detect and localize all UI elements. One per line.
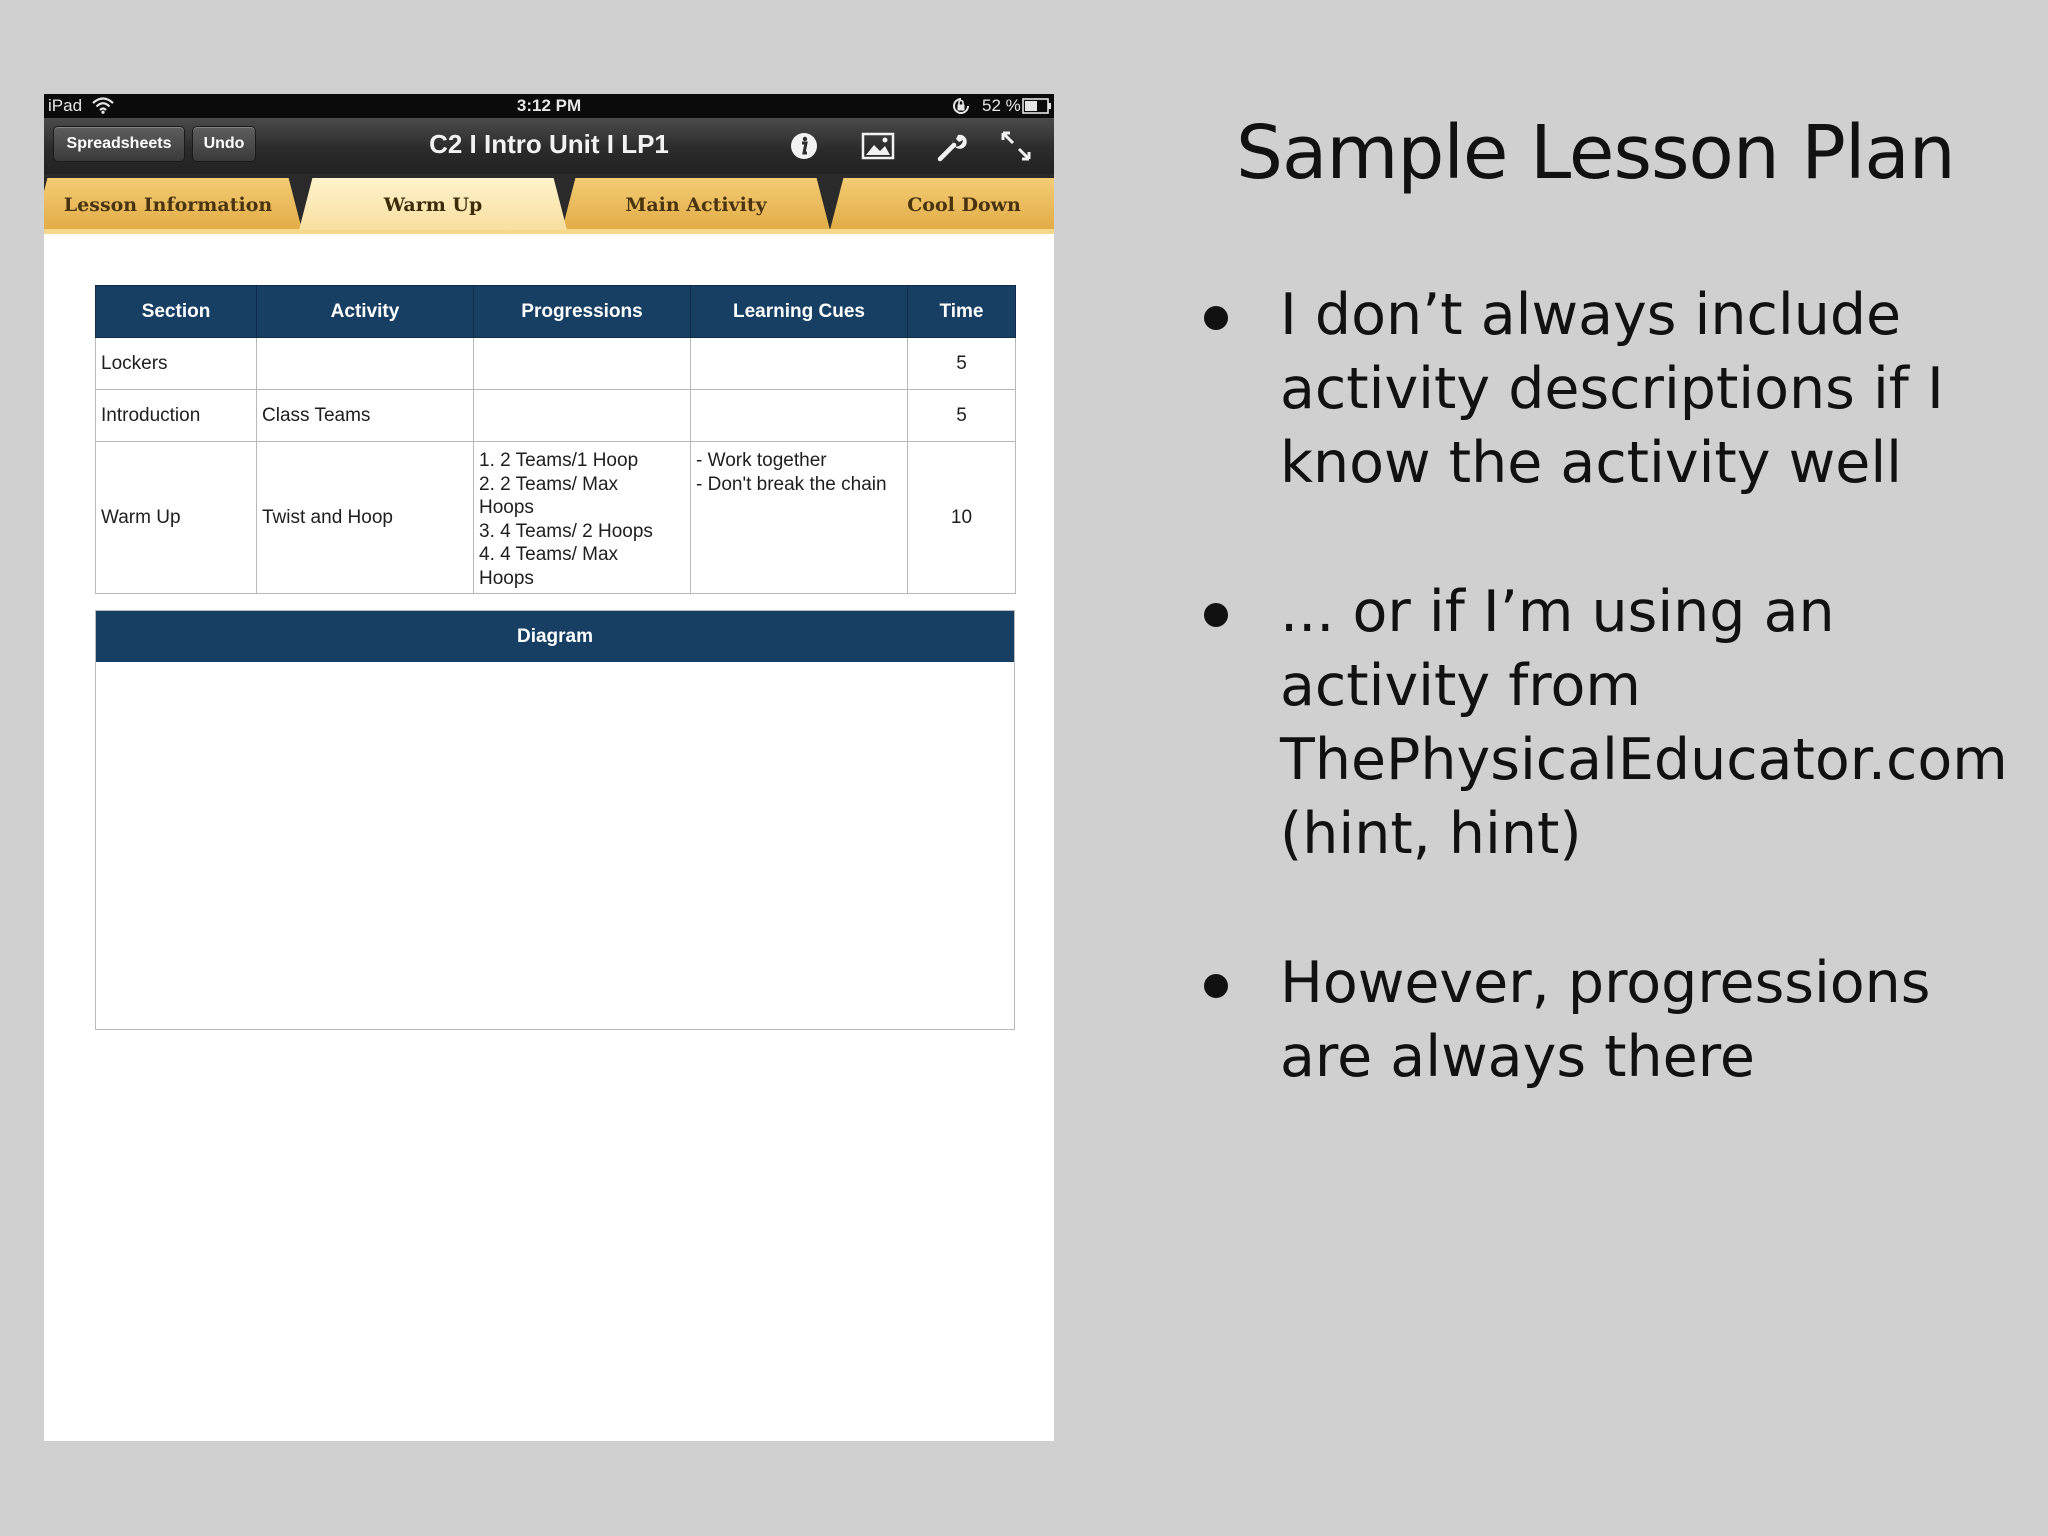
progression-line: Hoops	[479, 497, 534, 518]
progression-line: 2. 2 Teams/ Max	[479, 473, 619, 495]
table-row: Lockers 5	[95, 337, 1016, 390]
learning-cue-line: - Work together	[696, 450, 827, 471]
bullet-text: ... or if I’m using an activity from The…	[1280, 579, 2008, 867]
progression-line: 3. 4 Teams/ 2 Hoops	[479, 520, 653, 542]
cell-section[interactable]: Lockers	[95, 337, 257, 390]
cell-learning-cues[interactable]: - Work together - Don't break the chain	[690, 441, 908, 594]
progression-line: 4. 4 Teams/ Max	[479, 544, 619, 565]
slide-bullet: I don’t always include activity descript…	[1204, 278, 2004, 500]
bullet-text: However, progressions are always there	[1280, 950, 1931, 1090]
diagram-header: Diagram	[96, 611, 1014, 662]
ipad-screenshot: iPad 3:12 PM 52 % Spreadsheets Undo C2 I…	[44, 94, 1054, 1441]
cell-activity[interactable]: Twist and Hoop	[256, 441, 474, 594]
cell-progressions[interactable]	[473, 337, 691, 390]
slide-title: Sample Lesson Plan	[1236, 110, 1956, 196]
slide-bullet: ... or if I’m using an activity from The…	[1204, 575, 2008, 871]
table-row: Introduction Class Teams 5	[95, 389, 1016, 442]
slide-bullet: However, progressions are always there	[1204, 946, 2004, 1094]
bullet-dot-icon	[1204, 306, 1228, 330]
info-icon[interactable]	[786, 128, 822, 164]
diagram-panel[interactable]: Diagram	[95, 610, 1015, 1030]
bullet-text: I don’t always include activity descript…	[1280, 282, 1944, 496]
image-icon[interactable]	[860, 128, 896, 164]
column-header-learning-cues[interactable]: Learning Cues	[690, 285, 908, 338]
cell-time[interactable]: 5	[907, 337, 1016, 390]
column-header-progressions[interactable]: Progressions	[473, 285, 691, 338]
cell-section[interactable]: Introduction	[95, 389, 257, 442]
status-time: 3:12 PM	[516, 96, 582, 115]
cell-section[interactable]: Warm Up	[95, 441, 257, 594]
column-header-activity[interactable]: Activity	[256, 285, 474, 338]
cell-activity[interactable]	[256, 337, 474, 390]
column-header-time[interactable]: Time	[907, 285, 1016, 338]
bullet-dot-icon	[1204, 603, 1228, 627]
tab-lesson-information[interactable]: Lesson Information	[44, 178, 302, 230]
learning-cue-line: - Don't break the chain	[696, 473, 887, 495]
cell-learning-cues[interactable]	[690, 389, 908, 442]
battery-percentage: 52 %	[982, 96, 1021, 115]
tab-main-activity[interactable]: Main Activity	[562, 178, 830, 230]
rotation-lock-icon	[953, 98, 969, 114]
column-header-section[interactable]: Section	[95, 285, 257, 338]
cell-activity[interactable]: Class Teams	[256, 389, 474, 442]
lesson-plan-table: Section Activity Progressions Learning C…	[95, 285, 1016, 594]
tab-bar: Lesson Information Warm Up Main Activity…	[44, 174, 1054, 230]
cell-progressions[interactable]	[473, 389, 691, 442]
tab-warm-up[interactable]: Warm Up	[299, 178, 567, 230]
app-toolbar: Spreadsheets Undo C2 I Intro Unit I LP1	[44, 118, 1054, 174]
status-bar: iPad 3:12 PM 52 %	[44, 94, 1054, 118]
progression-line: Hoops	[479, 567, 534, 589]
table-header-row: Section Activity Progressions Learning C…	[95, 285, 1016, 338]
battery-icon	[1022, 98, 1051, 114]
progression-line: 1. 2 Teams/1 Hoop	[479, 450, 639, 471]
cell-learning-cues[interactable]	[690, 337, 908, 390]
expand-icon[interactable]	[998, 128, 1034, 164]
wrench-icon[interactable]	[934, 128, 970, 164]
bullet-dot-icon	[1204, 974, 1228, 998]
tab-cool-down[interactable]: Cool Down	[830, 178, 1054, 230]
cell-time[interactable]: 5	[907, 389, 1016, 442]
document-title: C2 I Intro Unit I LP1	[429, 129, 669, 159]
cell-progressions[interactable]: 1. 2 Teams/1 Hoop 2. 2 Teams/ Max Hoops …	[473, 441, 691, 594]
table-row: Warm Up Twist and Hoop 1. 2 Teams/1 Hoop…	[95, 441, 1016, 594]
cell-time[interactable]: 10	[907, 441, 1016, 594]
